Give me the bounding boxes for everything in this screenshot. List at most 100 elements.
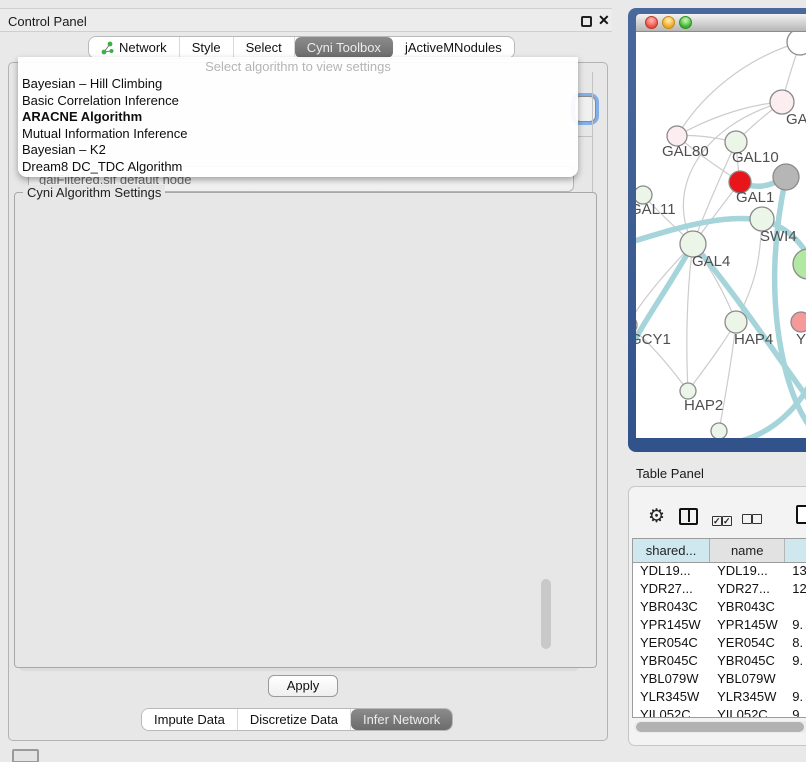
tab-impute-data[interactable]: Impute Data: [142, 709, 238, 730]
algorithm-option[interactable]: Bayesian – Hill Climbing: [18, 76, 578, 93]
algorithm-dropdown-placeholder: Select algorithm to view settings: [18, 59, 578, 76]
minimized-panel-icon[interactable]: [12, 749, 39, 762]
columns-icon[interactable]: [679, 508, 698, 525]
network-node[interactable]: [787, 32, 806, 55]
algorithm-option[interactable]: Bayesian – K2: [18, 142, 578, 159]
node-label: HAP4: [734, 331, 773, 348]
tab-network[interactable]: Network: [89, 37, 180, 58]
node-label: GCY1: [636, 331, 671, 348]
table-row[interactable]: YDL19...YDL19...13: [633, 563, 806, 581]
node-label: SWI4: [760, 228, 797, 245]
network-icon: [101, 41, 114, 55]
tab-infer-network[interactable]: Infer Network: [351, 709, 452, 730]
node-label: GAL11: [636, 201, 676, 218]
network-edge[interactable]: [688, 322, 736, 391]
network-node[interactable]: [773, 164, 799, 190]
table-cell: YDL19...: [633, 563, 710, 581]
settings-group-title: Cyni Algorithm Settings: [23, 185, 165, 200]
column-header[interactable]: [785, 539, 806, 562]
control-panel-titlebar: Control Panel ✕: [0, 8, 612, 32]
node-table: shared...name YDL19...YDL19...13YDR27...…: [632, 538, 806, 718]
node-label: GAL10: [732, 149, 779, 166]
algorithm-option[interactable]: Mutual Information Inference: [18, 126, 578, 143]
table-cell: [785, 599, 806, 617]
attributes-scrollbar[interactable]: [541, 579, 551, 649]
algorithm-option[interactable]: Basic Correlation Inference: [18, 93, 578, 110]
minimize-traffic-light-icon[interactable]: [662, 16, 675, 29]
table-cell: 9.: [785, 617, 806, 635]
table-row[interactable]: YPR145WYPR145W9.: [633, 617, 806, 635]
tab-discretize-data[interactable]: Discretize Data: [238, 709, 351, 730]
algorithm-dropdown-list: Select algorithm to view settings Bayesi…: [18, 57, 578, 177]
table-panel-title: Table Panel: [636, 466, 704, 481]
tab-label: Impute Data: [154, 712, 225, 727]
tab-label: Discretize Data: [250, 712, 338, 727]
table-row[interactable]: YBR043CYBR043C: [633, 599, 806, 617]
tab-label: Network: [119, 40, 167, 55]
network-node[interactable]: [711, 423, 727, 438]
table-body: YDL19...YDL19...13YDR27...YDR27...12YBR0…: [633, 563, 806, 718]
table-row[interactable]: YIL052CYIL052C9: [633, 707, 806, 718]
table-cell: 13: [785, 563, 806, 581]
document-icon[interactable]: [796, 505, 806, 524]
table-cell: YBR043C: [633, 599, 710, 617]
network-node-y[interactable]: [791, 312, 806, 332]
panel-title: Control Panel: [8, 14, 87, 29]
tab-cyni-toolbox[interactable]: Cyni Toolbox: [295, 37, 393, 58]
network-node-hap4[interactable]: [725, 311, 747, 333]
tab-label: Select: [246, 40, 282, 55]
select-all-checks-icon[interactable]: ✓✓: [712, 511, 732, 529]
column-header[interactable]: shared...: [633, 539, 710, 562]
group-border-fragment: [578, 136, 593, 137]
float-window-icon[interactable]: [581, 16, 592, 27]
table-cell: 8.: [785, 635, 806, 653]
close-icon[interactable]: ✕: [598, 12, 610, 29]
tab-label: Infer Network: [363, 712, 440, 727]
table-cell: YLR345W: [710, 689, 785, 707]
top-tab-bar: Network Style Select Cyni Toolbox jActiveMNo…: [88, 36, 515, 59]
table-cell: YBR043C: [710, 599, 785, 617]
column-header[interactable]: name: [710, 539, 785, 562]
network-canvas[interactable]: GALGAL80GAL10GAL1GAL11SWI4GAL4GCY1HAP4YH…: [636, 32, 806, 438]
cyni-algorithm-settings-group: Cyni Algorithm Settings: [14, 192, 597, 668]
algorithm-options: Bayesian – Hill ClimbingBasic Correlatio…: [18, 76, 578, 175]
network-node[interactable]: [793, 249, 806, 279]
gear-icon[interactable]: ⚙: [648, 505, 665, 528]
node-label: HAP2: [684, 397, 723, 414]
table-cell: YLR345W: [633, 689, 710, 707]
tab-style[interactable]: Style: [180, 37, 234, 58]
node-label: GAL4: [692, 253, 730, 270]
table-cell: 9.: [785, 653, 806, 671]
table-row[interactable]: YLR345WYLR345W9.: [633, 689, 806, 707]
node-label: Y: [796, 331, 806, 348]
table-cell: YER054C: [710, 635, 785, 653]
table-row[interactable]: YBL079WYBL079W: [633, 671, 806, 689]
network-edge[interactable]: [677, 42, 800, 136]
zoom-traffic-light-icon[interactable]: [679, 16, 692, 29]
table-row[interactable]: YBR045CYBR045C9.: [633, 653, 806, 671]
apply-button[interactable]: Apply: [268, 675, 338, 697]
network-window-titlebar[interactable]: [636, 14, 806, 32]
clear-checks-icon[interactable]: [742, 511, 762, 529]
table-cell: [785, 671, 806, 689]
algorithm-option[interactable]: Dream8 DC_TDC Algorithm: [18, 159, 578, 176]
bottom-tab-bar: Impute Data Discretize Data Infer Network: [141, 708, 453, 731]
table-cell: 9.: [785, 689, 806, 707]
tab-label: jActiveMNodules: [405, 40, 502, 55]
group-border-fragment: [592, 72, 593, 194]
algorithm-option[interactable]: ARACNE Algorithm: [18, 109, 578, 126]
table-cell: YBR045C: [633, 653, 710, 671]
table-cell: YIL052C: [710, 707, 785, 718]
node-label: GAL80: [662, 143, 709, 160]
table-row[interactable]: YER054CYER054C8.: [633, 635, 806, 653]
tab-jactivemnodules[interactable]: jActiveMNodules: [393, 37, 514, 58]
table-cell: 9: [785, 707, 806, 718]
node-label: GAL1: [736, 189, 774, 206]
table-hscrollbar[interactable]: [634, 721, 806, 733]
table-cell: YBL079W: [633, 671, 710, 689]
close-traffic-light-icon[interactable]: [645, 16, 658, 29]
table-row[interactable]: YDR27...YDR27...12: [633, 581, 806, 599]
table-header-row: shared...name: [633, 539, 806, 563]
tab-select[interactable]: Select: [234, 37, 295, 58]
table-cell: YDL19...: [710, 563, 785, 581]
